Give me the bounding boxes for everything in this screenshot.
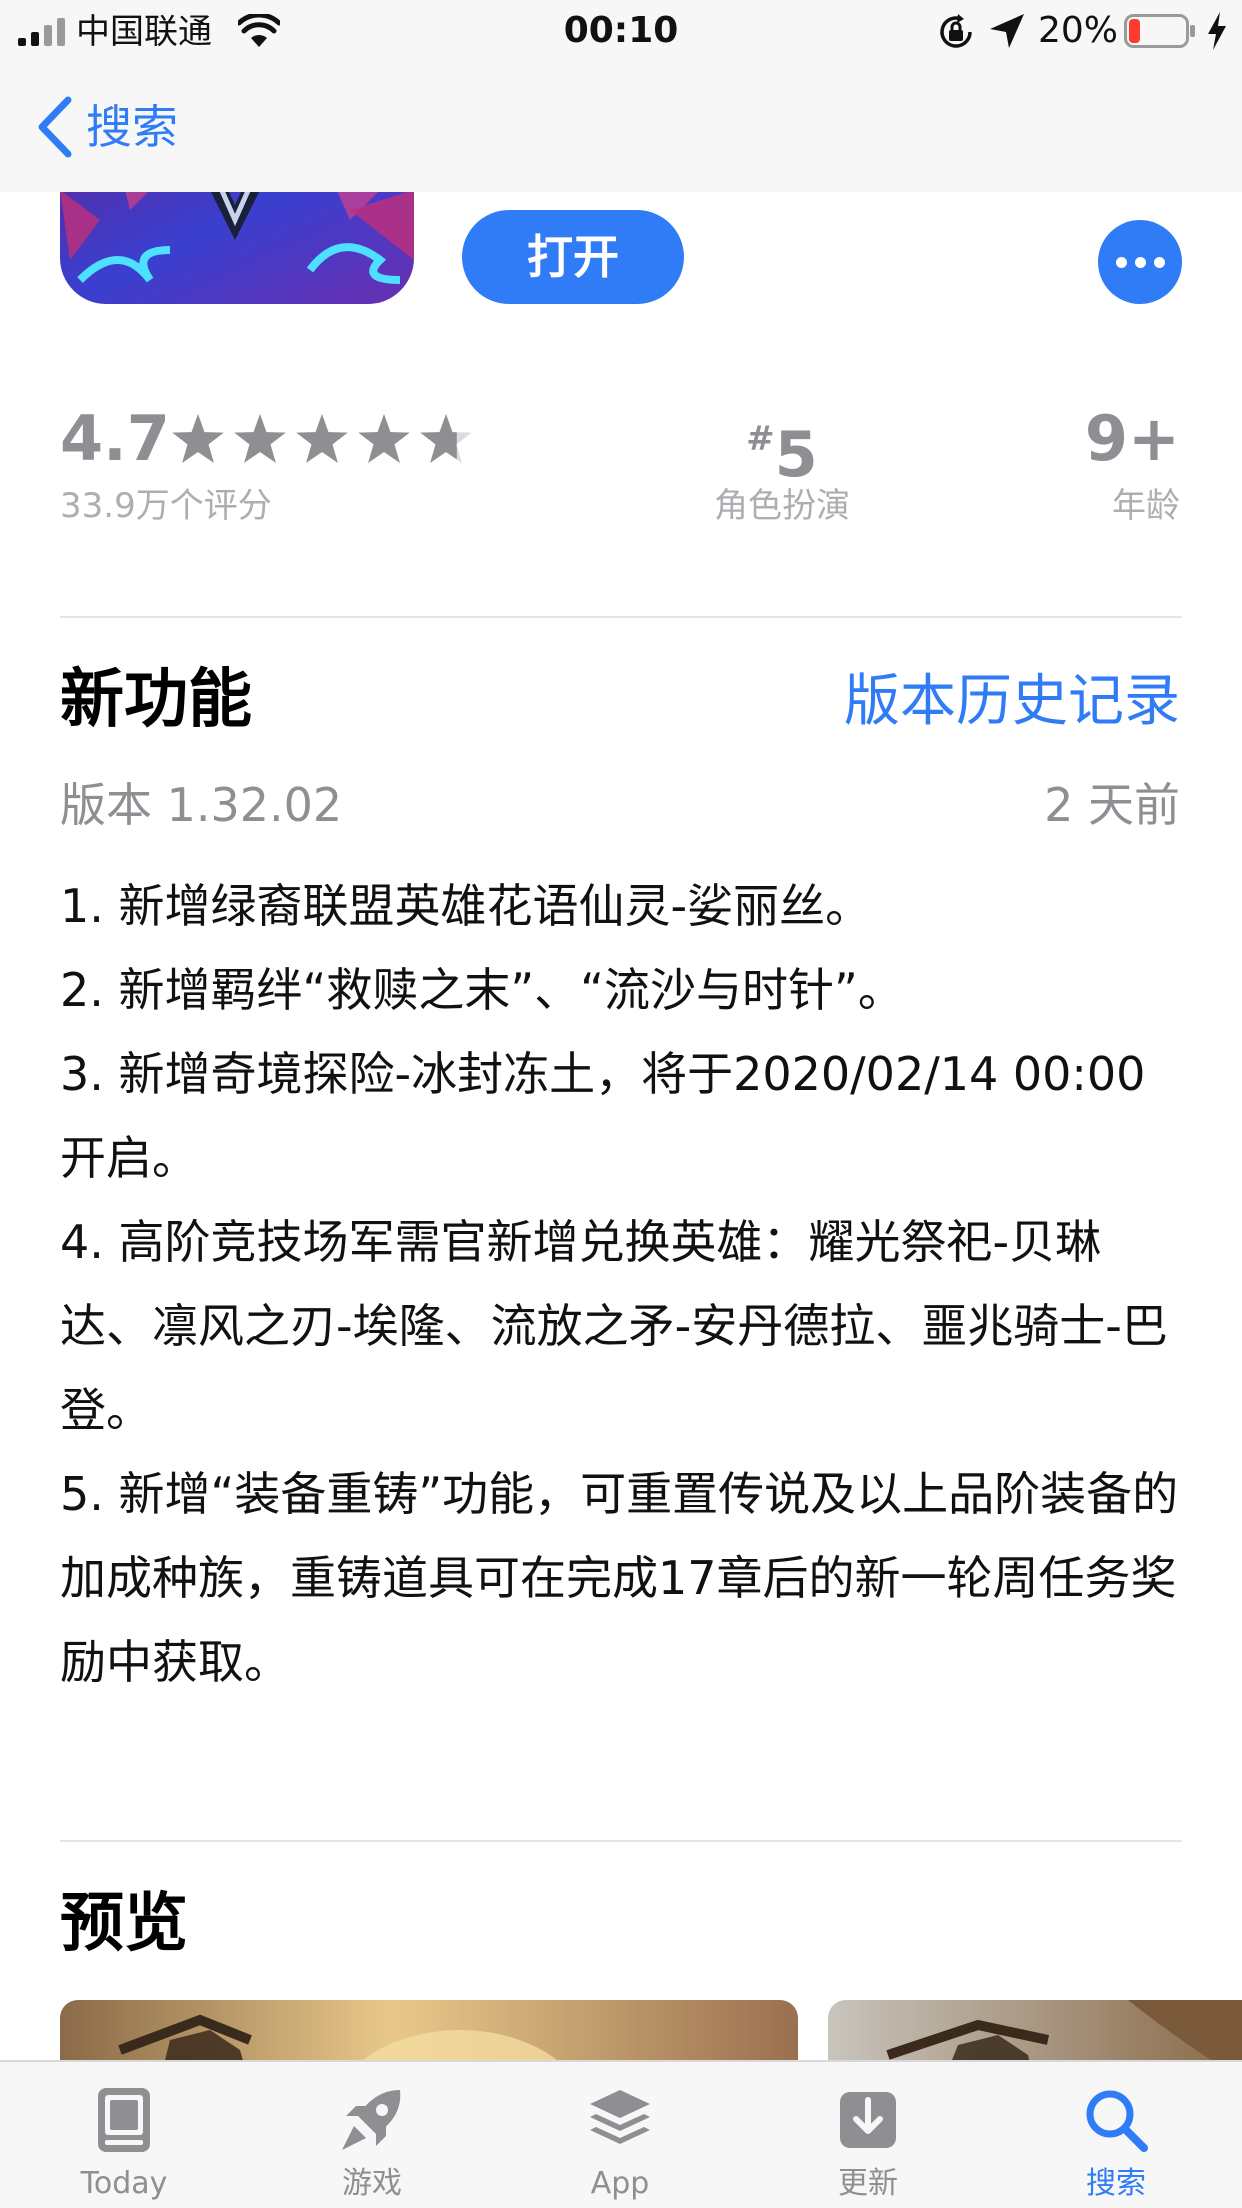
version-history-link[interactable]: 版本历史记录 [844, 664, 1180, 740]
location-arrow-icon [990, 14, 1024, 48]
star-filled-icon [234, 414, 286, 463]
rank-hash: # [746, 419, 775, 459]
open-button[interactable]: 打开 [462, 210, 684, 304]
chevron-left-icon [38, 96, 72, 158]
rank-category: 角色扮演 [714, 486, 850, 526]
tab-label: Today [80, 2166, 168, 2201]
status-bar: 中国联通 00:10 20% [0, 0, 1242, 62]
more-dot-icon [1153, 256, 1165, 268]
navigation-bar: 搜索 [0, 62, 1242, 192]
chart-rank: #5 [682, 404, 882, 490]
tab-games[interactable]: 游戏 [248, 2062, 496, 2208]
tab-search[interactable]: 搜索 [992, 2062, 1240, 2208]
tab-label: App [590, 2166, 650, 2201]
release-note: 4. 高阶竞技场军需官新增兑换英雄：耀光祭祀-贝琳达、凛风之刃-埃隆、流放之矛-… [60, 1215, 1168, 1437]
orientation-lock-icon [940, 14, 972, 48]
rocket-icon [342, 2090, 401, 2150]
age-label: 年龄 [1112, 486, 1180, 526]
layers-icon [590, 2090, 650, 2144]
divider [60, 616, 1182, 618]
star-rating [172, 414, 472, 463]
divider [60, 1840, 1182, 1842]
preview-title: 预览 [60, 1887, 188, 1961]
charging-bolt-icon [1208, 12, 1226, 50]
tab-label: 搜索 [1086, 2166, 1146, 2201]
release-note: 2. 新增羁绊“救赎之末”、“流沙与时针”。 [60, 963, 904, 1017]
star-filled-icon [172, 414, 224, 463]
back-button-label: 搜索 [86, 100, 178, 154]
star-filled-icon [358, 414, 410, 463]
release-note: 3. 新增奇境探险-冰封冻土，将于2020/02/14 00:00开启。 [60, 1047, 1146, 1185]
today-icon [98, 2088, 150, 2152]
battery-icon [1124, 14, 1195, 48]
rating-score: 4.7 [60, 402, 170, 475]
release-note: 5. 新增“装备重铸”功能，可重置传说及以上品阶装备的加成种族，重铸道具可在完成… [60, 1467, 1179, 1689]
tab-updates[interactable]: 更新 [744, 2062, 992, 2208]
version-label: 版本 1.32.02 [60, 778, 343, 832]
rating-count: 33.9万个评分 [60, 486, 272, 526]
download-icon [840, 2092, 896, 2148]
tab-apps[interactable]: App [496, 2062, 744, 2208]
release-notes: 1. 新增绿裔联盟英雄花语仙灵-娑丽丝。 2. 新增羁绊“救赎之末”、“流沙与时… [60, 864, 1184, 1704]
tab-today[interactable]: Today [0, 2062, 248, 2208]
search-icon [1086, 2090, 1148, 2152]
rank-number: 5 [774, 418, 818, 491]
battery-percentage: 20% [1038, 10, 1119, 51]
release-note: 1. 新增绿裔联盟英雄花语仙灵-娑丽丝。 [60, 879, 872, 933]
version-date: 2 天前 [1044, 778, 1180, 832]
whats-new-title: 新功能 [60, 663, 252, 737]
star-filled-icon [296, 414, 348, 463]
more-options-button[interactable] [1098, 220, 1182, 304]
back-button[interactable]: 搜索 [36, 92, 178, 162]
tab-label: 游戏 [342, 2166, 402, 2201]
tab-bar: Today 游戏 App 更新 搜索 [0, 2060, 1242, 2208]
more-dot-icon [1134, 256, 1146, 268]
more-dot-icon [1115, 256, 1127, 268]
age-rating: 9+ [1084, 402, 1180, 475]
tab-label: 更新 [838, 2166, 898, 2201]
